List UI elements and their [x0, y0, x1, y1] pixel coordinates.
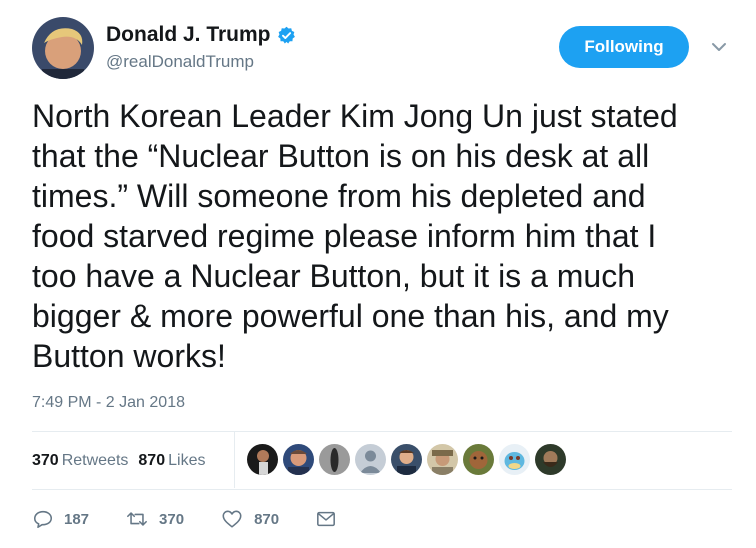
tweet-card: Donald J. Trump @realDonaldTrump Followi…	[0, 0, 756, 548]
tweet-stats: 370 Retweets 870 Likes	[32, 441, 215, 481]
like-button[interactable]: 870	[220, 508, 279, 530]
tweet-actions: 187 370 870	[32, 505, 383, 533]
reply-button[interactable]: 187	[32, 508, 89, 530]
default-avatar-icon[interactable]	[355, 444, 386, 475]
reply-count: 187	[64, 510, 90, 528]
author-name[interactable]: Donald J. Trump	[106, 22, 296, 48]
likes-stat[interactable]: 870 Likes	[138, 452, 205, 470]
tweet-text: North Korean Leader Kim Jong Un just sta…	[32, 98, 678, 374]
reply-icon	[33, 510, 53, 529]
divider-bottom	[32, 489, 732, 490]
liker-avatars	[247, 444, 571, 476]
retweets-label: Retweets	[61, 452, 129, 469]
liker-avatar[interactable]	[319, 444, 350, 475]
stats-divider	[234, 432, 235, 488]
liker-avatar[interactable]	[391, 444, 422, 475]
direct-message-button[interactable]	[315, 509, 347, 529]
display-name[interactable]: Donald J. Trump	[106, 22, 271, 48]
liker-avatar[interactable]	[535, 444, 566, 475]
retweets-stat[interactable]: 370 Retweets	[32, 452, 128, 470]
divider-top	[32, 431, 732, 432]
retweet-count: 370	[159, 510, 185, 528]
liker-avatar[interactable]	[427, 444, 458, 475]
envelope-icon	[317, 511, 336, 527]
author-avatar[interactable]	[32, 17, 94, 79]
liker-avatar[interactable]	[283, 444, 314, 475]
chevron-down-icon[interactable]	[708, 36, 730, 58]
liker-avatar[interactable]	[247, 444, 278, 475]
likes-label: Likes	[168, 452, 206, 469]
author-handle[interactable]: @realDonaldTrump	[106, 52, 254, 72]
retweet-button[interactable]: 370	[125, 508, 184, 530]
following-button[interactable]: Following	[559, 26, 689, 68]
tweet-timestamp[interactable]: 7:49 PM - 2 Jan 2018	[32, 392, 185, 414]
verified-badge-icon	[277, 26, 296, 45]
retweet-icon	[127, 512, 147, 526]
retweets-count: 370	[32, 452, 59, 469]
liker-avatar[interactable]	[463, 444, 494, 475]
heart-icon	[222, 510, 242, 528]
like-count: 870	[254, 510, 280, 528]
likes-count: 870	[138, 452, 166, 469]
liker-avatar[interactable]	[499, 444, 530, 475]
